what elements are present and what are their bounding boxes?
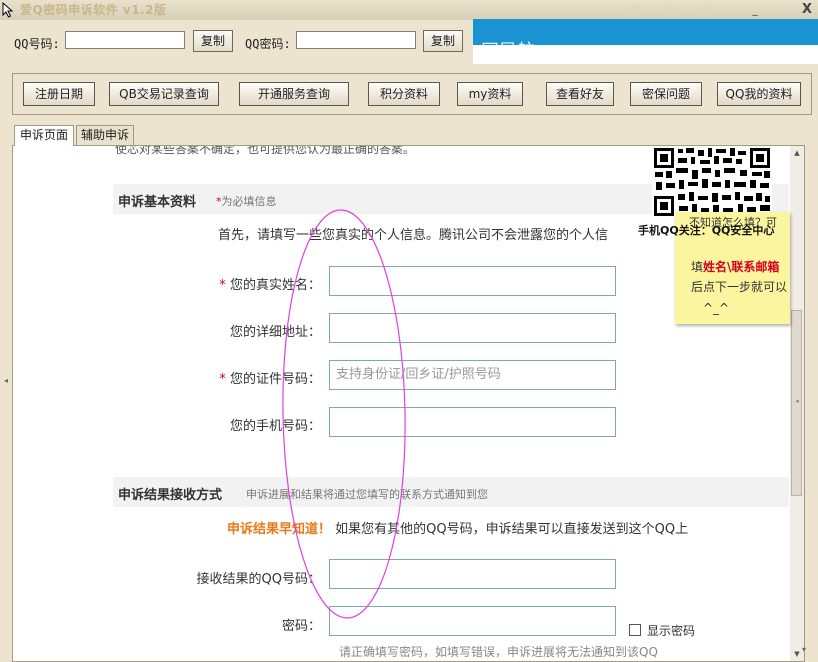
service-query-button[interactable]: 开通服务查询 — [239, 82, 349, 106]
real-name-label: * 您的真实姓名： — [121, 274, 321, 293]
id-number-label: * 您的证件号码： — [121, 368, 321, 387]
banner-strip — [473, 45, 818, 64]
points-info-button[interactable]: 积分资料 — [368, 82, 440, 106]
receive-password-label: 密码： — [281, 619, 321, 634]
address-input[interactable] — [329, 313, 616, 343]
address-label: 您的详细地址： — [229, 325, 321, 340]
qr-code-image — [652, 146, 772, 220]
query-toolbar: 注册日期 QB交易记录查询 开通服务查询 积分资料 my资料 查看好友 密保问题… — [12, 73, 812, 115]
cut-off-text: 使芯对某些答案不确定，也可提供您认为最正确的答案。 — [115, 145, 416, 156]
section-result-note: 申诉进展和结果将通过您填写的联系方式通知到您 — [246, 488, 488, 501]
result-notice: 申诉结果早知道！ 如果您有其他的QQ号码，申诉结果可以直接发送到这个QQ上 — [227, 518, 688, 537]
receive-password-input[interactable] — [329, 606, 616, 636]
cursor-icon — [2, 2, 14, 18]
required-star: * — [219, 372, 226, 387]
left-edge-arrow-icon: ◂ — [4, 376, 9, 385]
scroll-grip-icon: ◂ — [795, 397, 799, 405]
section-basic-info-note: *为必填信息 — [216, 193, 277, 209]
id-number-input[interactable]: 支持身份证/回乡证/护照号码 — [329, 360, 616, 390]
security-question-button[interactable]: 密保问题 — [630, 82, 702, 106]
copy-password-button[interactable]: 复制 — [423, 30, 463, 52]
notice-text: 如果您有其他的QQ号码，申诉结果可以直接发送到这个QQ上 — [335, 522, 689, 537]
qq-password-input[interactable] — [296, 31, 416, 49]
section-result-receive: 申诉结果接收方式 申诉进展和结果将通过您填写的联系方式通知到您 — [113, 477, 789, 507]
sticky-line-2-prefix: 填 — [691, 260, 704, 274]
scroll-up-arrow-icon[interactable]: ▲ — [790, 146, 804, 160]
sticky-line-2-highlight: 姓名\联系邮箱 — [703, 260, 780, 274]
qq-password-label: QQ密码: — [245, 37, 291, 51]
ghost-glyph-1: □ — [629, 3, 641, 16]
notice-highlight: 申诉结果早知道！ — [227, 522, 332, 537]
qq-my-info-button[interactable]: QQ我的资料 — [717, 82, 801, 106]
checkbox-box[interactable] — [629, 624, 641, 636]
ghost-glyph-3: □ — [699, 3, 711, 16]
close-button[interactable]: X — [798, 1, 816, 18]
web-banner: 网导航 — [473, 19, 818, 64]
register-date-button[interactable]: 注册日期 — [23, 82, 95, 106]
required-note: 为必填信息 — [221, 195, 277, 208]
tab-assist-appeal[interactable]: 辅助申诉 — [76, 125, 134, 145]
title-bar: 爱Q密码申诉软件 v1.2版 □ □ □ _ X — [0, 0, 818, 20]
phone-label: 您的手机号码： — [229, 419, 321, 434]
real-name-input[interactable] — [329, 266, 616, 296]
receive-qq-input[interactable] — [329, 559, 616, 589]
sticky-line-3: 后点下一步就可以 — [691, 280, 788, 294]
tab-appeal-page[interactable]: 申诉页面 — [14, 125, 74, 146]
ghost-glyph-2: □ — [665, 3, 677, 16]
show-password-checkbox[interactable]: 显示密码 — [629, 622, 695, 639]
sticky-line-2: 填姓名\联系邮箱 — [691, 258, 779, 275]
minimize-button[interactable]: _ — [746, 1, 764, 18]
id-number-label-text: 您的证件号码： — [229, 372, 321, 387]
qq-number-label: QQ号码: — [14, 37, 60, 51]
view-friends-button[interactable]: 查看好友 — [546, 82, 614, 106]
qb-records-button[interactable]: QB交易记录查询 — [109, 82, 219, 106]
sticky-line-4: ^_^ — [703, 301, 730, 315]
section-result-title: 申诉结果接收方式 — [118, 488, 223, 503]
copy-qq-button[interactable]: 复制 — [193, 30, 233, 52]
my-info-button[interactable]: my资料 — [457, 82, 523, 106]
intro-text: 首先，请填写一些您真实的个人信息。腾讯公司不会泄露您的个人信 — [218, 228, 609, 243]
section-basic-info-title: 申诉基本资料 — [118, 195, 197, 210]
password-hint: 请正确填写密码，如填写错误，申诉进展将无法通知到该QQ — [339, 645, 658, 659]
required-star: * — [219, 278, 226, 293]
bottom-right-arrow-icon: ▾ — [802, 645, 807, 654]
qr-caption: 手机QQ关注：QQ安全中心 — [638, 224, 775, 237]
real-name-label-text: 您的真实姓名： — [229, 278, 321, 293]
receive-qq-label: 接收结果的QQ号码： — [196, 572, 321, 587]
phone-input[interactable] — [329, 407, 616, 437]
qq-number-input[interactable] — [65, 31, 185, 49]
window-title: 爱Q密码申诉软件 v1.2版 — [20, 3, 167, 17]
show-password-label: 显示密码 — [647, 624, 696, 638]
